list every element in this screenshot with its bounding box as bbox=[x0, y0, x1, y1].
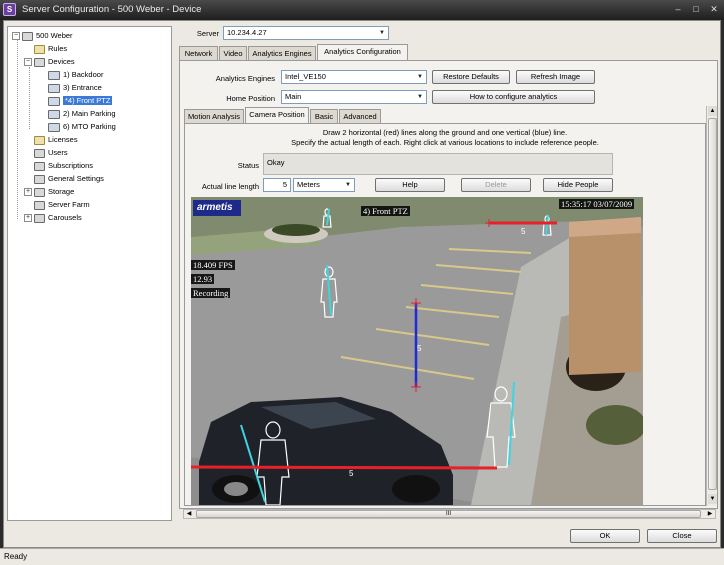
server-icon bbox=[22, 31, 33, 41]
instruction-line-2: Specify the actual length of each. Right… bbox=[291, 138, 599, 147]
camera-name-overlay: 4) Front PTZ bbox=[361, 206, 410, 216]
delete-button[interactable]: Delete bbox=[461, 178, 531, 192]
unit-select[interactable]: Meters ▼ bbox=[293, 178, 355, 192]
vertical-scroll-thumb[interactable] bbox=[708, 118, 717, 490]
tree-item-backdoor[interactable]: 1) Backdoor bbox=[48, 69, 103, 81]
scroll-up-icon[interactable]: ▲ bbox=[708, 106, 717, 116]
refresh-image-button[interactable]: Refresh Image bbox=[516, 70, 595, 84]
top-line-length: 5 bbox=[521, 227, 526, 236]
tree-item-carousels[interactable]: + Carousels bbox=[24, 212, 82, 224]
analytics-engines-select[interactable]: Intel_VE150 ▼ bbox=[281, 70, 427, 84]
tab-analytics-configuration[interactable]: Analytics Configuration bbox=[317, 44, 408, 60]
licenses-icon bbox=[34, 135, 45, 145]
tab-camera-position[interactable]: Camera Position bbox=[245, 107, 309, 123]
tree-item-main-parking[interactable]: 2) Main Parking bbox=[48, 108, 116, 120]
window-client: −500 Weber Rules − Devices 1) Backdoor 3)… bbox=[3, 20, 721, 548]
fps-overlay: 18.409 FPS bbox=[191, 260, 235, 270]
expand-icon[interactable]: + bbox=[24, 214, 32, 223]
rules-icon bbox=[34, 44, 45, 54]
server-select[interactable]: 10.234.4.27 ▼ bbox=[223, 26, 389, 40]
collapse-icon[interactable]: − bbox=[12, 32, 20, 41]
horizontal-scroll-thumb[interactable]: III bbox=[196, 510, 701, 518]
scroll-down-icon[interactable]: ▼ bbox=[708, 494, 717, 504]
tree-root[interactable]: −500 Weber bbox=[12, 30, 73, 42]
top-tabs: Network Video Analytics Engines Analytic… bbox=[179, 44, 719, 60]
carousels-icon bbox=[34, 213, 45, 223]
tree-item-mto-parking[interactable]: 6) MTO Parking bbox=[48, 121, 116, 133]
window-title: Server Configuration - 500 Weber - Devic… bbox=[22, 4, 202, 15]
home-position-select[interactable]: Main ▼ bbox=[281, 90, 427, 104]
subscriptions-icon bbox=[34, 161, 45, 171]
instruction-line-1: Draw 2 horizontal (red) lines along the … bbox=[322, 128, 568, 137]
hide-people-button[interactable]: Hide People bbox=[543, 178, 613, 192]
app-icon: S bbox=[3, 3, 16, 16]
settings-icon bbox=[34, 174, 45, 184]
chevron-down-icon: ▼ bbox=[345, 182, 351, 188]
sub-tabs: Motion Analysis Camera Position Basic Ad… bbox=[184, 107, 484, 123]
device-tree[interactable]: −500 Weber Rules − Devices 1) Backdoor 3)… bbox=[7, 26, 172, 521]
chevron-down-icon: ▼ bbox=[379, 30, 385, 36]
chevron-down-icon: ▼ bbox=[417, 74, 423, 80]
tree-item-general-settings[interactable]: General Settings bbox=[34, 173, 104, 185]
camera-icon bbox=[48, 83, 60, 93]
tree-item-storage[interactable]: + Storage bbox=[24, 186, 74, 198]
title-bar: S Server Configuration - 500 Weber - Dev… bbox=[0, 0, 724, 20]
analytics-engines-label: Analytics Engines bbox=[215, 74, 275, 83]
tab-analytics-engines[interactable]: Analytics Engines bbox=[248, 46, 316, 60]
maximize-icon[interactable]: □ bbox=[690, 4, 702, 15]
vertical-line-length: 5 bbox=[417, 344, 422, 353]
tree-item-rules[interactable]: Rules bbox=[34, 43, 67, 55]
camera-icon bbox=[48, 70, 60, 80]
devices-icon bbox=[34, 57, 45, 67]
line-length-input[interactable]: 5 bbox=[263, 178, 291, 192]
timestamp-overlay: 15:35:17 03/07/2009 bbox=[559, 199, 635, 209]
close-icon[interactable]: ✕ bbox=[708, 4, 720, 15]
help-button[interactable]: Help bbox=[375, 178, 445, 192]
tree-item-subscriptions[interactable]: Subscriptions bbox=[34, 160, 93, 172]
tree-item-users[interactable]: Users bbox=[34, 147, 68, 159]
camera-icon bbox=[48, 96, 60, 106]
video-scene: 5 5 5 bbox=[191, 197, 643, 505]
camera-video-feed[interactable]: 5 5 5 armetis 4) Front PTZ 15:35:17 03/0… bbox=[191, 197, 643, 505]
ok-button[interactable]: OK bbox=[570, 529, 640, 543]
close-button[interactable]: Close bbox=[647, 529, 717, 543]
dialog-button-bar: OK Close bbox=[4, 524, 720, 548]
tree-item-server-farm[interactable]: Server Farm bbox=[34, 199, 90, 211]
tab-motion-analysis[interactable]: Motion Analysis bbox=[184, 109, 244, 123]
camera-icon bbox=[48, 122, 60, 132]
scroll-right-icon[interactable]: ▶ bbox=[705, 510, 715, 518]
tab-video[interactable]: Video bbox=[219, 46, 247, 60]
tab-network[interactable]: Network bbox=[179, 46, 218, 60]
tree-item-licenses[interactable]: Licenses bbox=[34, 134, 78, 146]
home-position-label: Home Position bbox=[226, 94, 275, 103]
actual-line-length-label: Actual line length bbox=[201, 182, 259, 191]
stat-overlay: 12.93 bbox=[191, 274, 215, 284]
tree-item-devices[interactable]: − Devices bbox=[24, 56, 75, 68]
tab-advanced[interactable]: Advanced bbox=[339, 109, 381, 123]
scroll-left-icon[interactable]: ◀ bbox=[184, 510, 194, 518]
minimize-icon[interactable]: – bbox=[672, 4, 684, 15]
camera-icon bbox=[48, 109, 60, 119]
configuration-panel: Server 10.234.4.27 ▼ Network Video Analy… bbox=[175, 26, 718, 521]
restore-defaults-button[interactable]: Restore Defaults bbox=[432, 70, 510, 84]
expand-icon[interactable]: + bbox=[24, 188, 32, 197]
status-label: Status bbox=[237, 161, 259, 170]
tab-basic[interactable]: Basic bbox=[310, 109, 338, 123]
server-farm-icon bbox=[34, 200, 45, 210]
status-field: Okay bbox=[263, 153, 613, 175]
collapse-icon[interactable]: − bbox=[24, 58, 32, 67]
recording-overlay: Recording bbox=[191, 288, 231, 298]
how-to-configure-button[interactable]: How to configure analytics bbox=[432, 90, 595, 104]
brand-logo: armetis bbox=[193, 200, 241, 216]
status-bar: Ready bbox=[0, 548, 724, 565]
tree-item-entrance[interactable]: 3) Entrance bbox=[48, 82, 102, 94]
chevron-down-icon: ▼ bbox=[417, 94, 423, 100]
bottom-line-length: 5 bbox=[349, 469, 354, 478]
vertical-scrollbar[interactable]: ▲ ▼ bbox=[706, 106, 717, 506]
users-icon bbox=[34, 148, 45, 158]
tree-item-front-ptz[interactable]: *4) Front PTZ bbox=[48, 95, 113, 107]
horizontal-scrollbar[interactable]: ◀ III ▶ bbox=[183, 509, 716, 519]
server-label: Server bbox=[196, 29, 219, 38]
storage-icon bbox=[34, 187, 45, 197]
